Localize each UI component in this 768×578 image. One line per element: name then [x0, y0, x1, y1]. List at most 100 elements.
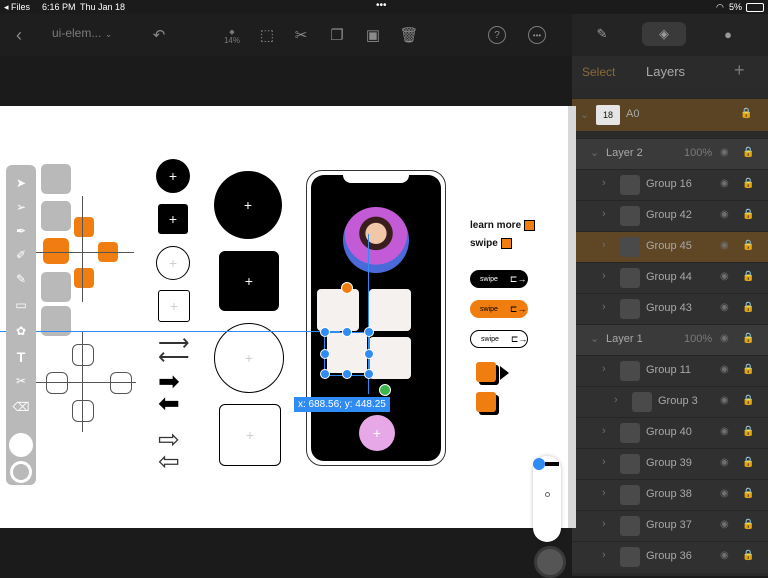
chevron-down-icon[interactable]: ⌄ [580, 108, 589, 121]
swipe-pill-outline[interactable]: swipe ⊏→ [470, 330, 528, 348]
resize-handle[interactable] [364, 369, 374, 379]
back-to-files[interactable]: ◂ Files [4, 2, 30, 13]
scissors-icon[interactable]: ✂ [290, 24, 312, 46]
lock-icon[interactable]: 🔒 [742, 364, 754, 375]
lock-icon[interactable]: 🔒 [742, 209, 754, 220]
more-icon[interactable]: ••• [528, 26, 546, 44]
resize-handle[interactable] [364, 349, 374, 359]
large-plus-square-outline[interactable]: + [219, 404, 281, 466]
lock-icon[interactable]: 🔒 [742, 457, 754, 468]
layer-opacity[interactable]: 100% [684, 147, 712, 159]
layer-row[interactable]: ⌄ Layer 2 100% ◉ 🔒 [572, 138, 768, 170]
layer-row[interactable]: ⌄ Layer 1 100% ◉ 🔒 [572, 324, 768, 356]
group-row[interactable]: › Group 37 ◉ 🔒 [572, 510, 768, 542]
group-row[interactable]: › Group 38 ◉ 🔒 [572, 479, 768, 511]
fill-swatch[interactable] [9, 433, 33, 457]
scissors-tool-icon[interactable]: ✂ [11, 371, 31, 391]
vertical-scrollbar[interactable] [568, 106, 576, 528]
visibility-icon[interactable]: ◉ [720, 426, 729, 437]
visibility-icon[interactable]: ◉ [720, 209, 729, 220]
lock-icon[interactable]: 🔒 [740, 108, 752, 119]
lock-icon[interactable]: 🔒 [742, 488, 754, 499]
visibility-icon[interactable]: ◉ [720, 178, 729, 189]
resize-handle[interactable] [320, 369, 330, 379]
lock-icon[interactable]: 🔒 [742, 240, 754, 251]
lock-icon[interactable]: 🔒 [742, 426, 754, 437]
group-row[interactable]: › Group 16 ◉ 🔒 [572, 169, 768, 201]
chevron-right-icon[interactable]: › [602, 177, 606, 189]
visibility-icon[interactable]: ◉ [720, 488, 729, 499]
plus-square-filled[interactable]: + [158, 204, 188, 234]
add-layer-icon[interactable]: + [734, 60, 745, 81]
chevron-right-icon[interactable]: › [602, 487, 606, 499]
chevron-right-icon[interactable]: › [602, 549, 606, 561]
zoom-indicator[interactable]: ◆ 14% [222, 28, 242, 45]
group-row[interactable]: › Group 44 ◉ 🔒 [572, 262, 768, 294]
paste-icon[interactable]: ▣ [362, 24, 384, 46]
chevron-right-icon[interactable]: › [602, 518, 606, 530]
chevron-right-icon[interactable]: › [602, 425, 606, 437]
layers-tab-icon[interactable]: ◈ [642, 22, 686, 46]
rotate-tool[interactable] [41, 272, 71, 302]
brush-icon[interactable]: ✎ [11, 269, 31, 289]
lock-icon[interactable]: 🔒 [742, 395, 754, 406]
plus-square-outline[interactable]: + [158, 290, 190, 322]
resize-handle[interactable] [364, 327, 374, 337]
chevron-right-icon[interactable]: › [602, 270, 606, 282]
chevron-down-icon[interactable]: ⌄ [590, 146, 599, 159]
pencil-icon[interactable]: ✐ [11, 245, 31, 265]
color-tool[interactable] [41, 201, 71, 231]
brush-tab-icon[interactable]: ✎ [580, 22, 624, 46]
visibility-icon[interactable]: ◉ [720, 395, 729, 406]
resize-handle[interactable] [342, 327, 352, 337]
plus-circle-outline[interactable]: + [156, 246, 190, 280]
undo-icon[interactable]: ↶ [148, 24, 170, 46]
group-row[interactable]: › Group 3 ◉ 🔒 [572, 386, 768, 418]
lock-icon[interactable]: 🔒 [742, 550, 754, 561]
large-plus-circle-filled[interactable]: + [214, 171, 282, 239]
color-tab-icon[interactable]: ● [706, 22, 750, 46]
swipe-pill-orange[interactable]: swipe ⊏→ [470, 300, 528, 318]
chevron-right-icon[interactable]: › [602, 239, 606, 251]
multitask-dots-icon[interactable]: ••• [376, 0, 387, 11]
direct-select-icon[interactable]: ➢ [11, 197, 31, 217]
size-slider[interactable] [533, 456, 561, 542]
visibility-icon[interactable]: ◉ [720, 302, 729, 313]
visibility-icon[interactable]: ◉ [720, 240, 729, 251]
large-plus-circle-outline[interactable]: + [214, 323, 284, 393]
visibility-icon[interactable]: ◉ [720, 333, 729, 344]
pink-plus-button[interactable]: + [359, 415, 395, 451]
transform-icon[interactable]: ⬚ [256, 24, 278, 46]
chevron-right-icon[interactable]: › [602, 301, 606, 313]
eraser-icon[interactable]: ⌫ [11, 397, 31, 417]
lock-icon[interactable]: 🔒 [742, 178, 754, 189]
document-title[interactable]: ui-elem... ⌄ [52, 26, 112, 40]
visibility-icon[interactable]: ◉ [720, 550, 729, 561]
resize-handle[interactable] [320, 327, 330, 337]
select-button[interactable]: Select [582, 65, 615, 79]
shape-tool-icon[interactable]: ✿ [11, 321, 31, 341]
group-row[interactable]: › Group 39 ◉ 🔒 [572, 448, 768, 480]
resize-handle[interactable] [342, 369, 352, 379]
lock-icon[interactable]: 🔒 [742, 147, 754, 158]
help-icon[interactable]: ? [488, 26, 506, 44]
back-icon[interactable]: ‹ [8, 24, 30, 46]
chevron-right-icon[interactable]: › [602, 456, 606, 468]
group-row[interactable]: › Group 40 ◉ 🔒 [572, 417, 768, 449]
lock-icon[interactable]: 🔒 [742, 302, 754, 313]
lock-icon[interactable]: 🔒 [742, 519, 754, 530]
resize-handle[interactable] [320, 349, 330, 359]
lock-icon[interactable]: 🔒 [742, 333, 754, 344]
chevron-down-icon[interactable]: ⌄ [590, 332, 599, 345]
visibility-icon[interactable]: ◉ [720, 147, 729, 158]
group-row[interactable]: › Group 43 ◉ 🔒 [572, 293, 768, 325]
visibility-icon[interactable]: ◉ [720, 457, 729, 468]
copy-icon[interactable]: ❐ [326, 24, 348, 46]
pen-icon[interactable]: ✒ [11, 221, 31, 241]
swipe-pill-black[interactable]: swipe ⊏→ [470, 270, 528, 288]
rotation-handle[interactable] [341, 282, 353, 294]
visibility-icon[interactable]: ◉ [720, 271, 729, 282]
lock-icon[interactable]: 🔒 [742, 271, 754, 282]
text-tool-icon[interactable]: T [11, 347, 31, 367]
trash-icon[interactable]: 🗑 [398, 24, 420, 46]
